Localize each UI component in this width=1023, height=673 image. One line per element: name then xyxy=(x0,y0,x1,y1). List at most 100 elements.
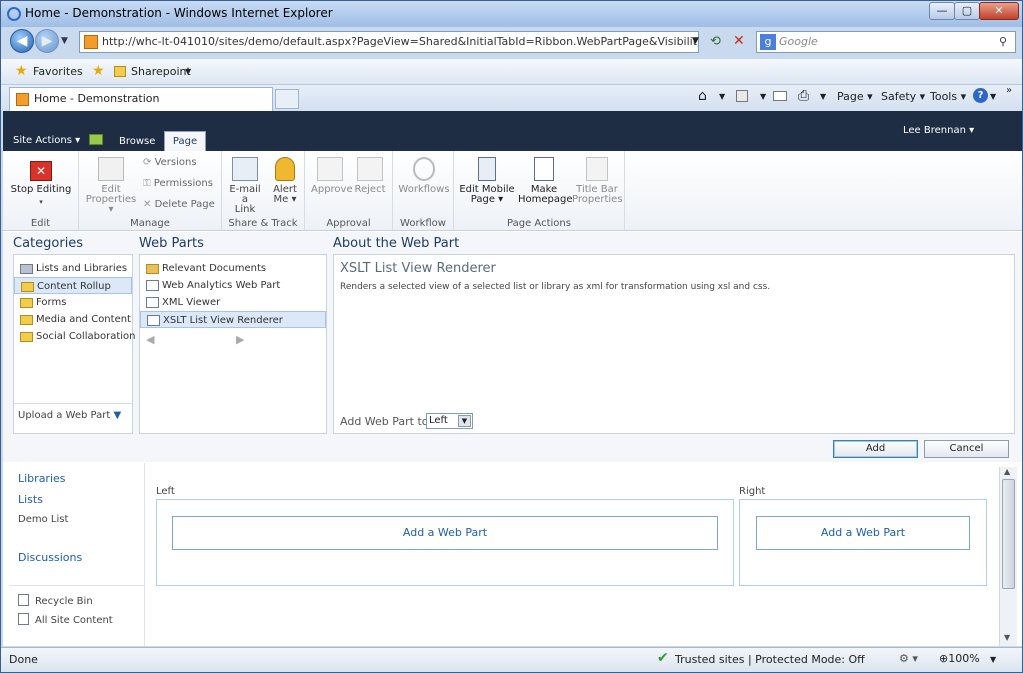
reject-button[interactable]: Reject xyxy=(353,157,387,195)
delete-page-button[interactable]: ✕ Delete Page xyxy=(143,199,215,210)
category-social-collaboration[interactable]: Social Collaboration xyxy=(14,328,135,345)
add-to-zone-select[interactable]: Left ▼ xyxy=(426,413,473,429)
security-zone-icon[interactable]: ⚙ ▾ xyxy=(899,652,918,665)
category-content-rollup[interactable]: Content Rollup xyxy=(14,277,132,294)
chevron-down-icon[interactable]: ▼ xyxy=(760,92,766,101)
permissions-icon: ⚿ xyxy=(143,178,154,189)
all-site-content-link[interactable]: All Site Content xyxy=(18,613,113,626)
quick-launch: Libraries Lists Demo List Discussions Re… xyxy=(9,463,145,646)
favorites-button[interactable]: Favorites xyxy=(33,65,83,78)
chevron-down-icon[interactable]: ▼ xyxy=(820,92,826,101)
user-menu[interactable]: Lee Brennan ▾ xyxy=(903,125,974,136)
quicklaunch-libraries[interactable]: Libraries xyxy=(18,472,66,485)
permissions-button[interactable]: ⚿ Permissions xyxy=(143,178,213,189)
search-input[interactable]: g Google ⚲ xyxy=(756,31,1016,53)
vertical-scrollbar[interactable]: ▲ ▼ xyxy=(999,467,1017,646)
minimize-button[interactable]: — xyxy=(929,2,955,20)
close-button[interactable]: ✕ xyxy=(979,2,1019,20)
browser-window: Home - Demonstration - Windows Internet … xyxy=(0,0,1023,673)
search-icon[interactable]: ⚲ xyxy=(999,32,1007,52)
webpart-relevant-documents[interactable]: Relevant Documents xyxy=(140,260,326,277)
new-tab-button[interactable] xyxy=(275,89,299,109)
group-label-share-track: Share & Track xyxy=(228,218,298,229)
ribbon-group-workflow: Workflows Workflow xyxy=(393,151,454,231)
back-button[interactable]: ◀ xyxy=(10,29,34,53)
mail-icon[interactable] xyxy=(773,91,787,101)
forward-button[interactable]: ▶ xyxy=(35,29,59,53)
quicklaunch-demo-list[interactable]: Demo List xyxy=(18,514,68,525)
add-favorite-icon[interactable]: ★ xyxy=(92,63,105,79)
previous-page-arrow-icon[interactable]: ◀ xyxy=(146,333,154,346)
feeds-icon[interactable] xyxy=(736,90,748,102)
email-link-button[interactable]: E-mail a Link xyxy=(225,157,265,215)
alert-me-button[interactable]: Alert Me ▾ xyxy=(267,157,303,205)
tab-page[interactable]: Page xyxy=(164,131,206,151)
tab-home-demonstration[interactable]: Home - Demonstration xyxy=(9,87,273,111)
search-placeholder: Google xyxy=(779,35,818,48)
tab-favicon-icon xyxy=(16,93,29,106)
cancel-button[interactable]: Cancel xyxy=(924,440,1009,458)
print-icon[interactable]: ⎙ xyxy=(798,88,809,104)
scroll-thumb[interactable] xyxy=(1002,479,1015,589)
category-forms[interactable]: Forms xyxy=(14,294,132,311)
versions-icon: ⟳ xyxy=(143,157,155,168)
address-dropdown-icon[interactable]: ▼ xyxy=(692,36,699,46)
add-button[interactable]: Add xyxy=(833,440,918,458)
zoom-level[interactable]: ⊕100% xyxy=(939,652,980,665)
webpart-xslt-list-view-renderer[interactable]: XSLT List View Renderer xyxy=(140,311,326,328)
stop-icon[interactable]: ✕ xyxy=(733,33,745,49)
ribbon-group-manage: Edit Properties ▾ ⟳ Versions ⚿ Permissio… xyxy=(79,151,222,231)
category-media-content[interactable]: Media and Content xyxy=(14,311,132,328)
workflows-button[interactable]: Workflows xyxy=(397,157,451,195)
zone-right-label: Right xyxy=(739,486,766,497)
edit-mobile-page-button[interactable]: Edit Mobile Page ▾ xyxy=(458,157,516,205)
page-menu[interactable]: Page ▾ xyxy=(837,90,873,103)
about-title: XSLT List View Renderer xyxy=(340,261,496,276)
help-icon[interactable]: ? xyxy=(973,88,988,103)
add-web-part-right[interactable]: Add a Web Part xyxy=(756,516,970,550)
approve-button[interactable]: Approve xyxy=(311,157,353,195)
site-actions-menu[interactable]: Site Actions ▾ xyxy=(13,135,80,146)
stop-editing-button[interactable]: ✕ Stop Editing ▾ xyxy=(9,161,73,207)
versions-button[interactable]: ⟳ Versions xyxy=(143,157,197,168)
ie-logo-icon xyxy=(7,7,21,21)
tools-menu[interactable]: Tools ▾ xyxy=(930,90,966,103)
ribbon-body: ✕ Stop Editing ▾ Edit Edit Properties ▾ … xyxy=(3,151,1022,231)
tab-browse[interactable]: Browse xyxy=(119,136,155,147)
recent-pages-dropdown-icon[interactable]: ▼ xyxy=(61,36,68,46)
favorites-bar: ★ Favorites ★ Sharepoint ▼ xyxy=(1,59,1022,85)
webpart-web-analytics[interactable]: Web Analytics Web Part xyxy=(140,277,326,294)
safety-menu[interactable]: Safety ▾ xyxy=(881,90,925,103)
make-homepage-button[interactable]: Make Homepage xyxy=(518,157,573,205)
webpart-xml-viewer[interactable]: XML Viewer xyxy=(140,294,326,311)
group-label-edit: Edit xyxy=(30,218,51,229)
chevron-down-icon[interactable]: ▼ xyxy=(719,92,725,101)
chevron-down-icon[interactable]: ▼ xyxy=(185,67,191,76)
maximize-button[interactable]: ▢ xyxy=(954,2,980,20)
categories-header: Categories xyxy=(13,236,84,251)
chevron-down-icon[interactable]: ▼ xyxy=(990,655,996,664)
site-content-icon xyxy=(18,613,29,625)
home-icon[interactable]: ⌂ xyxy=(698,88,707,104)
add-web-part-left[interactable]: Add a Web Part xyxy=(172,516,718,550)
sharepoint-favorites-folder[interactable]: Sharepoint xyxy=(131,65,191,78)
refresh-icon[interactable]: ⟲ xyxy=(710,34,721,49)
ribbon-group-share-track: E-mail a Link Alert Me ▾ Share & Track xyxy=(222,151,305,231)
scroll-down-arrow-icon[interactable]: ▼ xyxy=(1004,633,1010,642)
address-bar[interactable]: http://whc-lt-041010/sites/demo/default.… xyxy=(79,31,699,53)
quicklaunch-discussions[interactable]: Discussions xyxy=(18,551,82,564)
title-bar-properties-button[interactable]: Title Bar Properties xyxy=(572,157,623,205)
category-lists-libraries[interactable]: Lists and Libraries xyxy=(14,260,132,277)
quicklaunch-lists[interactable]: Lists xyxy=(18,493,43,506)
next-page-arrow-icon[interactable]: ▶ xyxy=(236,333,244,346)
navigate-up-icon[interactable] xyxy=(89,134,103,145)
stop-editing-label: Stop Editing xyxy=(10,184,72,195)
ribbon-group-page-actions: Edit Mobile Page ▾ Make Homepage Title B… xyxy=(454,151,625,231)
upload-web-part-menu[interactable]: Upload a Web Part ▼ xyxy=(14,403,132,421)
scroll-up-arrow-icon[interactable]: ▲ xyxy=(1004,467,1010,476)
recycle-bin-link[interactable]: Recycle Bin xyxy=(18,594,93,607)
chevron-down-icon[interactable]: ▼ xyxy=(990,92,996,101)
edit-properties-button[interactable]: Edit Properties ▾ xyxy=(83,157,139,215)
more-chevron-icon[interactable]: » xyxy=(1006,85,1012,96)
protected-mode-status[interactable]: Trusted sites | Protected Mode: Off xyxy=(675,653,865,666)
